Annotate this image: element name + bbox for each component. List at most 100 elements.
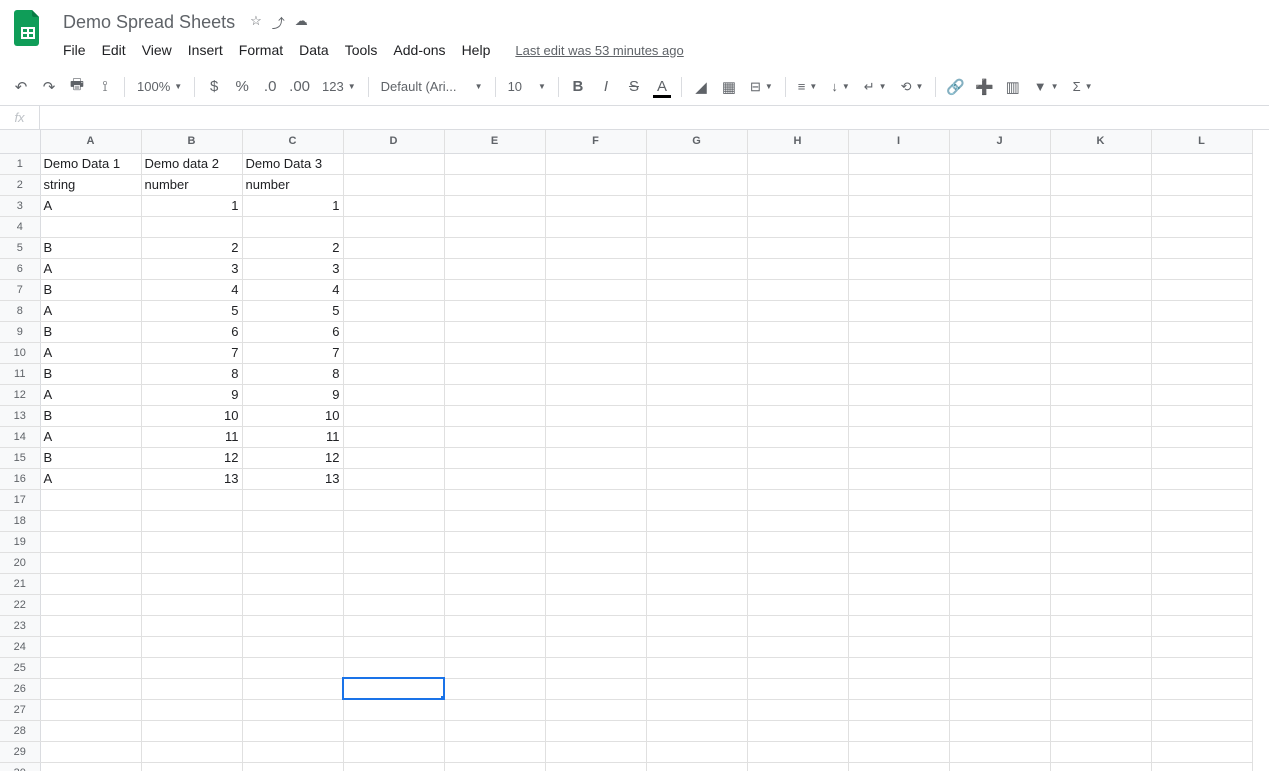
cell-H17[interactable] (747, 489, 848, 510)
cell-J3[interactable] (949, 195, 1050, 216)
cell-E22[interactable] (444, 594, 545, 615)
cell-G20[interactable] (646, 552, 747, 573)
cell-D20[interactable] (343, 552, 444, 573)
cell-B16[interactable]: 13 (141, 468, 242, 489)
column-header-G[interactable]: G (646, 130, 747, 153)
cell-B20[interactable] (141, 552, 242, 573)
cell-A19[interactable] (40, 531, 141, 552)
cell-B26[interactable] (141, 678, 242, 699)
cell-A13[interactable]: B (40, 405, 141, 426)
cell-C24[interactable] (242, 636, 343, 657)
cell-G10[interactable] (646, 342, 747, 363)
cell-L13[interactable] (1151, 405, 1252, 426)
cell-K9[interactable] (1050, 321, 1151, 342)
cell-J14[interactable] (949, 426, 1050, 447)
cell-K19[interactable] (1050, 531, 1151, 552)
cell-L22[interactable] (1151, 594, 1252, 615)
cell-D19[interactable] (343, 531, 444, 552)
row-header-3[interactable]: 3 (0, 195, 40, 216)
cell-A12[interactable]: A (40, 384, 141, 405)
row-header-25[interactable]: 25 (0, 657, 40, 678)
cell-I27[interactable] (848, 699, 949, 720)
cell-D12[interactable] (343, 384, 444, 405)
cell-J24[interactable] (949, 636, 1050, 657)
cell-A5[interactable]: B (40, 237, 141, 258)
cell-J5[interactable] (949, 237, 1050, 258)
cell-I17[interactable] (848, 489, 949, 510)
cell-E12[interactable] (444, 384, 545, 405)
cell-J21[interactable] (949, 573, 1050, 594)
cell-L8[interactable] (1151, 300, 1252, 321)
wrap-button[interactable]: ↵▼ (858, 74, 893, 100)
cell-K14[interactable] (1050, 426, 1151, 447)
cell-C11[interactable]: 8 (242, 363, 343, 384)
cell-F28[interactable] (545, 720, 646, 741)
cell-B11[interactable]: 8 (141, 363, 242, 384)
cell-K11[interactable] (1050, 363, 1151, 384)
cell-K26[interactable] (1050, 678, 1151, 699)
cell-A26[interactable] (40, 678, 141, 699)
cell-C7[interactable]: 4 (242, 279, 343, 300)
cell-K6[interactable] (1050, 258, 1151, 279)
cell-H3[interactable] (747, 195, 848, 216)
cell-J8[interactable] (949, 300, 1050, 321)
cell-F14[interactable] (545, 426, 646, 447)
functions-button[interactable]: Σ▼ (1067, 74, 1099, 100)
cell-E2[interactable] (444, 174, 545, 195)
cell-F18[interactable] (545, 510, 646, 531)
spreadsheet-grid[interactable]: ABCDEFGHIJKL1Demo Data 1Demo data 2Demo … (0, 130, 1269, 771)
cell-H15[interactable] (747, 447, 848, 468)
cell-G28[interactable] (646, 720, 747, 741)
cell-D4[interactable] (343, 216, 444, 237)
cell-D18[interactable] (343, 510, 444, 531)
cell-A27[interactable] (40, 699, 141, 720)
comment-button[interactable]: ➕ (971, 74, 998, 100)
cell-G25[interactable] (646, 657, 747, 678)
menu-help[interactable]: Help (455, 38, 498, 62)
cell-D29[interactable] (343, 741, 444, 762)
cell-K29[interactable] (1050, 741, 1151, 762)
cell-A1[interactable]: Demo Data 1 (40, 153, 141, 174)
print-button[interactable]: 🖶 (64, 74, 90, 100)
cell-C23[interactable] (242, 615, 343, 636)
cell-B7[interactable]: 4 (141, 279, 242, 300)
cell-B5[interactable]: 2 (141, 237, 242, 258)
cell-H23[interactable] (747, 615, 848, 636)
cell-H6[interactable] (747, 258, 848, 279)
cell-H7[interactable] (747, 279, 848, 300)
row-header-8[interactable]: 8 (0, 300, 40, 321)
row-header-6[interactable]: 6 (0, 258, 40, 279)
cell-I16[interactable] (848, 468, 949, 489)
cell-I10[interactable] (848, 342, 949, 363)
cell-A16[interactable]: A (40, 468, 141, 489)
cell-E15[interactable] (444, 447, 545, 468)
cell-D15[interactable] (343, 447, 444, 468)
cell-B24[interactable] (141, 636, 242, 657)
cell-G13[interactable] (646, 405, 747, 426)
font-dropdown[interactable]: Default (Ari...▼ (375, 74, 489, 100)
cell-I15[interactable] (848, 447, 949, 468)
cell-C1[interactable]: Demo Data 3 (242, 153, 343, 174)
cell-A23[interactable] (40, 615, 141, 636)
cell-C9[interactable]: 6 (242, 321, 343, 342)
formula-input[interactable] (40, 106, 1269, 129)
cell-C22[interactable] (242, 594, 343, 615)
menu-file[interactable]: File (56, 38, 93, 62)
cell-L25[interactable] (1151, 657, 1252, 678)
cell-C26[interactable] (242, 678, 343, 699)
cloud-status-icon[interactable]: ☁ (295, 13, 308, 32)
cell-D28[interactable] (343, 720, 444, 741)
cell-J6[interactable] (949, 258, 1050, 279)
cell-L10[interactable] (1151, 342, 1252, 363)
cell-B23[interactable] (141, 615, 242, 636)
cell-L18[interactable] (1151, 510, 1252, 531)
cell-F8[interactable] (545, 300, 646, 321)
cell-D6[interactable] (343, 258, 444, 279)
cell-I23[interactable] (848, 615, 949, 636)
cell-E9[interactable] (444, 321, 545, 342)
cell-D25[interactable] (343, 657, 444, 678)
row-header-29[interactable]: 29 (0, 741, 40, 762)
cell-J15[interactable] (949, 447, 1050, 468)
cell-F20[interactable] (545, 552, 646, 573)
cell-A17[interactable] (40, 489, 141, 510)
